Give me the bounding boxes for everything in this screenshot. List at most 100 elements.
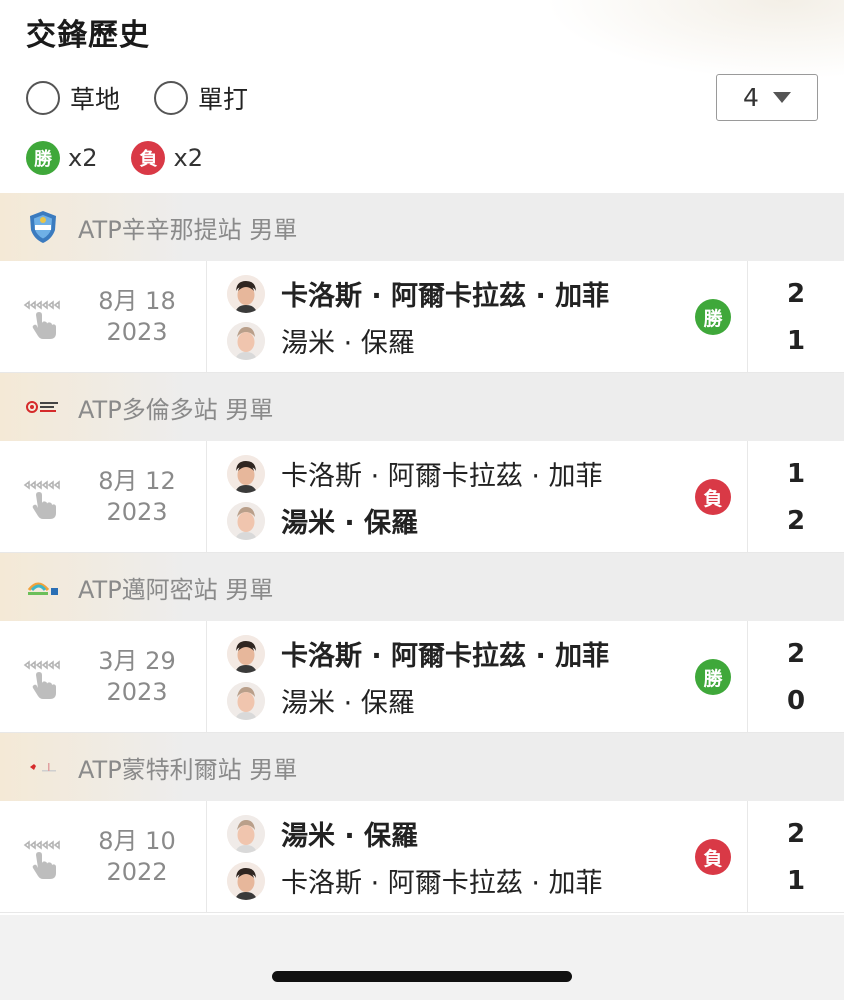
set-score: 1 bbox=[786, 325, 806, 356]
date-year: 2023 bbox=[106, 317, 168, 346]
national-bank-open-logo bbox=[26, 390, 60, 424]
player-name: 卡洛斯 · 阿爾卡拉茲 · 加菲 bbox=[281, 281, 610, 312]
tournament-title: ATP邁阿密站 男單 bbox=[78, 575, 274, 604]
tournament-title: ATP蒙特利爾站 男單 bbox=[78, 755, 298, 784]
match-date: 8月 12 2023 bbox=[92, 466, 182, 528]
match-date: 8月 10 2022 bbox=[92, 826, 182, 888]
match-row[interactable]: 8月 10 2022 湯米 · 保羅 卡洛斯 · 阿爾卡拉茲 · 加菲 負 2 … bbox=[0, 801, 844, 913]
montreal-open-logo bbox=[26, 750, 60, 784]
win-badge: 勝 bbox=[26, 141, 60, 175]
loss-count: x2 bbox=[173, 144, 203, 172]
match-row[interactable]: 3月 29 2023 卡洛斯 · 阿爾卡拉茲 · 加菲 湯米 · 保羅 勝 2 … bbox=[0, 621, 844, 733]
player-row: 湯米 · 保羅 bbox=[227, 497, 747, 544]
result-badge: 負 bbox=[695, 479, 731, 515]
singles-filter-label: 單打 bbox=[198, 85, 249, 114]
dropdown-arrow-icon bbox=[772, 92, 791, 103]
match-count-select[interactable]: 4 bbox=[716, 74, 818, 121]
players-cell: 卡洛斯 · 阿爾卡拉茲 · 加菲 湯米 · 保羅 勝 bbox=[207, 261, 748, 372]
match-date-cell: 3月 29 2023 bbox=[0, 621, 207, 732]
set-score: 2 bbox=[786, 505, 806, 536]
player-row: 卡洛斯 · 阿爾卡拉茲 · 加菲 bbox=[227, 857, 747, 904]
date-day: 8月 18 bbox=[98, 286, 176, 315]
date-year: 2022 bbox=[106, 857, 168, 886]
tournament-title: ATP辛辛那提站 男單 bbox=[78, 215, 298, 244]
set-score: 2 bbox=[786, 278, 806, 309]
tournament-header: ATP蒙特利爾站 男單 bbox=[0, 733, 844, 801]
result-badge: 勝 bbox=[695, 299, 731, 335]
player-name: 卡洛斯 · 阿爾卡拉茲 · 加菲 bbox=[281, 461, 603, 492]
radio-circle-icon[interactable] bbox=[26, 81, 60, 115]
player-name: 湯米 · 保羅 bbox=[281, 821, 419, 852]
page-title: 交鋒歷史 bbox=[26, 18, 150, 53]
match-date-cell: 8月 18 2023 bbox=[0, 261, 207, 372]
cincinnati-open-logo bbox=[26, 210, 60, 244]
player-avatar bbox=[227, 861, 265, 900]
player-row: 湯米 · 保羅 bbox=[227, 810, 747, 857]
set-score: 2 bbox=[786, 638, 806, 669]
filter-bar: 草地 單打 bbox=[26, 80, 282, 116]
surface-filter-label: 草地 bbox=[70, 85, 121, 114]
swipe-hand-icon bbox=[23, 839, 60, 879]
player-name: 卡洛斯 · 阿爾卡拉茲 · 加菲 bbox=[281, 868, 603, 899]
date-day: 8月 12 bbox=[98, 466, 176, 495]
score-cell: 1 2 bbox=[748, 441, 844, 552]
surface-filter-radio[interactable]: 草地 bbox=[26, 80, 120, 116]
player-avatar bbox=[227, 321, 265, 360]
player-avatar bbox=[227, 274, 265, 313]
player-row: 卡洛斯 · 阿爾卡拉茲 · 加菲 bbox=[227, 270, 747, 317]
player-avatar bbox=[227, 634, 265, 673]
win-count: x2 bbox=[68, 144, 98, 172]
home-indicator[interactable] bbox=[272, 971, 572, 982]
score-cell: 2 1 bbox=[748, 261, 844, 372]
date-day: 8月 10 bbox=[98, 826, 176, 855]
radio-circle-icon[interactable] bbox=[154, 81, 189, 115]
player-name: 湯米 · 保羅 bbox=[281, 328, 415, 359]
match-date-cell: 8月 12 2023 bbox=[0, 441, 207, 552]
player-row: 湯米 · 保羅 bbox=[227, 677, 747, 724]
date-year: 2023 bbox=[106, 677, 168, 706]
loss-summary: 負 x2 bbox=[131, 141, 203, 175]
players-cell: 湯米 · 保羅 卡洛斯 · 阿爾卡拉茲 · 加菲 負 bbox=[207, 801, 748, 912]
player-avatar bbox=[227, 454, 265, 493]
top-glow bbox=[544, 0, 844, 80]
result-badge: 負 bbox=[695, 839, 731, 875]
select-value: 4 bbox=[743, 83, 759, 112]
score-cell: 2 0 bbox=[748, 621, 844, 732]
set-score: 0 bbox=[786, 685, 806, 716]
score-cell: 2 1 bbox=[748, 801, 844, 912]
win-summary: 勝 x2 bbox=[26, 141, 97, 175]
player-name: 卡洛斯 · 阿爾卡拉茲 · 加菲 bbox=[281, 641, 610, 672]
singles-filter-radio[interactable]: 單打 bbox=[154, 80, 248, 116]
player-name: 湯米 · 保羅 bbox=[281, 688, 415, 719]
player-row: 卡洛斯 · 阿爾卡拉茲 · 加菲 bbox=[227, 630, 747, 677]
players-cell: 卡洛斯 · 阿爾卡拉茲 · 加菲 湯米 · 保羅 勝 bbox=[207, 621, 748, 732]
player-row: 卡洛斯 · 阿爾卡拉茲 · 加菲 bbox=[227, 450, 747, 497]
player-avatar bbox=[227, 814, 265, 853]
match-date-cell: 8月 10 2022 bbox=[0, 801, 207, 912]
player-name: 湯米 · 保羅 bbox=[281, 508, 419, 539]
miami-open-logo bbox=[26, 570, 60, 604]
tournament-header: ATP邁阿密站 男單 bbox=[0, 553, 844, 621]
match-row[interactable]: 8月 12 2023 卡洛斯 · 阿爾卡拉茲 · 加菲 湯米 · 保羅 負 1 … bbox=[0, 441, 844, 553]
result-badge: 勝 bbox=[695, 659, 731, 695]
match-date: 8月 18 2023 bbox=[92, 286, 182, 348]
swipe-hand-icon bbox=[23, 659, 60, 699]
bottom-area bbox=[0, 915, 844, 1000]
set-score: 1 bbox=[786, 458, 806, 489]
tournament-header: ATP辛辛那提站 男單 bbox=[0, 193, 844, 261]
players-cell: 卡洛斯 · 阿爾卡拉茲 · 加菲 湯米 · 保羅 負 bbox=[207, 441, 748, 552]
player-avatar bbox=[227, 681, 265, 720]
player-avatar bbox=[227, 501, 265, 540]
match-row[interactable]: 8月 18 2023 卡洛斯 · 阿爾卡拉茲 · 加菲 湯米 · 保羅 勝 2 … bbox=[0, 261, 844, 373]
date-day: 3月 29 bbox=[98, 646, 176, 675]
match-history-list: ATP辛辛那提站 男單 8月 18 2023 卡洛斯 · 阿爾卡拉茲 · 加菲 … bbox=[0, 193, 844, 913]
date-year: 2023 bbox=[106, 497, 168, 526]
set-score: 2 bbox=[786, 818, 806, 849]
record-summary: 勝 x2 負 x2 bbox=[26, 141, 237, 175]
player-row: 湯米 · 保羅 bbox=[227, 317, 747, 364]
tournament-title: ATP多倫多站 男單 bbox=[78, 395, 274, 424]
set-score: 1 bbox=[786, 865, 806, 896]
tournament-header: ATP多倫多站 男單 bbox=[0, 373, 844, 441]
swipe-hand-icon bbox=[23, 299, 60, 339]
match-date: 3月 29 2023 bbox=[92, 646, 182, 708]
